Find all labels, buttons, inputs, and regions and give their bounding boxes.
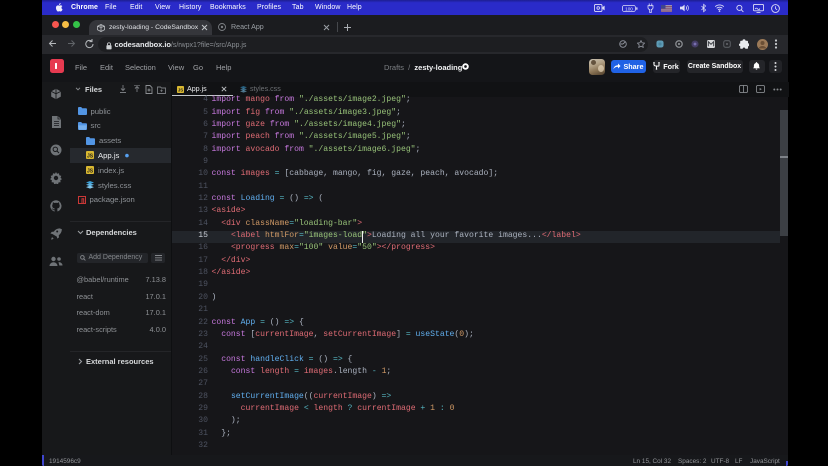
svg-text:JS: JS: [87, 154, 94, 160]
svg-text:100: 100: [625, 6, 633, 11]
svg-text:JS: JS: [178, 87, 183, 92]
svg-text:JS: JS: [87, 169, 94, 175]
